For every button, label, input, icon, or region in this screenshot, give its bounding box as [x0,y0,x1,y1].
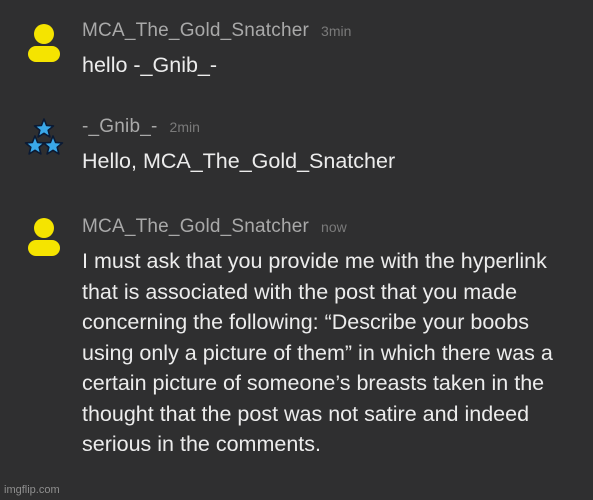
username[interactable]: MCA_The_Gold_Snatcher [82,216,309,237]
timestamp: now [321,219,347,235]
chat-message: MCA_The_Gold_Snatcher now I must ask that… [0,200,593,500]
message-header: MCA_The_Gold_Snatcher 3min [82,20,351,42]
chat-message: MCA_The_Gold_Snatcher 3min hello -_Gnib_- [0,0,593,100]
chat-thread: MCA_The_Gold_Snatcher 3min hello -_Gnib_-… [0,0,593,500]
timestamp: 2min [169,119,200,135]
message-header: -_Gnib_- 2min [82,116,200,138]
imgflip-watermark: imgflip.com [4,484,60,496]
username[interactable]: -_Gnib_- [82,116,158,137]
three-blue-stars-avatar-icon [24,118,64,155]
user-avatar-icon[interactable] [22,116,66,160]
yellow-person-avatar-icon [28,218,60,256]
message-text: I must ask that you provide me with the … [82,249,553,456]
chat-message: -_Gnib_- 2min Hello, MCA_The_Gold_Snatche… [0,100,593,200]
message-text: Hello, MCA_The_Gold_Snatcher [82,149,396,173]
yellow-person-avatar-icon [28,24,60,62]
user-avatar-icon[interactable] [22,20,66,64]
message-header: MCA_The_Gold_Snatcher now [82,216,347,238]
message-text: hello -_Gnib_- [82,53,218,77]
user-avatar-icon[interactable] [22,214,66,258]
username[interactable]: MCA_The_Gold_Snatcher [82,20,309,41]
timestamp: 3min [321,23,352,39]
